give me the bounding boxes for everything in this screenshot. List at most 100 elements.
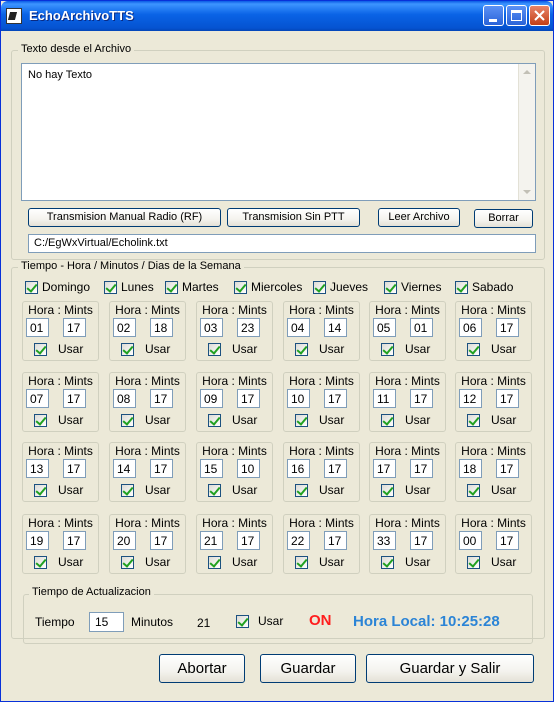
hour-field[interactable]: 22 — [287, 531, 310, 550]
slot-usar-checkbox[interactable] — [34, 343, 47, 356]
minute-field[interactable]: 17 — [496, 459, 519, 478]
hour-field[interactable]: 10 — [287, 389, 310, 408]
day-checkbox-lunes[interactable] — [104, 281, 117, 294]
day-checkbox-jueves[interactable] — [313, 281, 326, 294]
transmit-no-ptt-button[interactable]: Transmision Sin PTT — [227, 208, 360, 227]
slot-usar-checkbox[interactable] — [208, 343, 221, 356]
scroll-up-icon[interactable] — [523, 70, 531, 74]
app-icon[interactable] — [6, 8, 22, 24]
slot-usar-checkbox[interactable] — [208, 556, 221, 569]
slot-usar-checkbox[interactable] — [467, 484, 480, 497]
hour-field[interactable]: 07 — [26, 389, 49, 408]
minute-field[interactable]: 17 — [496, 318, 519, 337]
minute-field[interactable]: 17 — [496, 389, 519, 408]
minute-field[interactable]: 17 — [237, 531, 260, 550]
time-slot: Hora : Mints 12 17 Usar — [455, 372, 532, 432]
maximize-button[interactable] — [506, 5, 527, 26]
title-bar[interactable]: EchoArchivoTTS — [1, 1, 553, 31]
minute-field[interactable]: 17 — [63, 389, 86, 408]
slot-usar-checkbox[interactable] — [295, 556, 308, 569]
slot-usar-checkbox[interactable] — [295, 343, 308, 356]
slot-usar-checkbox[interactable] — [381, 414, 394, 427]
minute-field[interactable]: 17 — [324, 459, 347, 478]
hour-field[interactable]: 14 — [113, 459, 136, 478]
minute-field[interactable]: 23 — [237, 318, 260, 337]
tiempo-field[interactable]: 15 — [89, 612, 124, 632]
slot-usar-checkbox[interactable] — [208, 414, 221, 427]
hour-field[interactable]: 12 — [459, 389, 482, 408]
minute-field[interactable]: 17 — [150, 389, 173, 408]
hour-field[interactable]: 16 — [287, 459, 310, 478]
day-checkbox-viernes[interactable] — [384, 281, 397, 294]
minute-field[interactable]: 17 — [324, 389, 347, 408]
minute-field[interactable]: 17 — [324, 531, 347, 550]
minimize-button[interactable] — [483, 5, 504, 26]
hour-field[interactable]: 01 — [26, 318, 49, 337]
slot-usar-checkbox[interactable] — [295, 414, 308, 427]
minute-field[interactable]: 17 — [63, 318, 86, 337]
hour-field[interactable]: 06 — [459, 318, 482, 337]
slot-usar-checkbox[interactable] — [121, 343, 134, 356]
hour-field[interactable]: 11 — [373, 389, 396, 408]
slot-usar-checkbox[interactable] — [381, 556, 394, 569]
day-checkbox-miercoles[interactable] — [234, 281, 247, 294]
text-memo[interactable]: No hay Texto — [21, 63, 536, 201]
minute-field[interactable]: 17 — [63, 531, 86, 550]
day-checkbox-martes[interactable] — [165, 281, 178, 294]
slot-usar-checkbox[interactable] — [381, 343, 394, 356]
clear-button[interactable]: Borrar — [474, 209, 533, 228]
minute-field[interactable]: 17 — [150, 531, 173, 550]
slot-usar-checkbox[interactable] — [467, 556, 480, 569]
scroll-down-icon[interactable] — [523, 190, 531, 194]
hour-field[interactable]: 00 — [459, 531, 482, 550]
hour-field[interactable]: 15 — [200, 459, 223, 478]
memo-scrollbar[interactable] — [518, 64, 535, 200]
slot-usar-checkbox[interactable] — [467, 343, 480, 356]
minute-field[interactable]: 17 — [496, 531, 519, 550]
transmit-rf-button[interactable]: Transmision Manual Radio (RF) — [28, 208, 221, 227]
slot-usar-checkbox[interactable] — [121, 414, 134, 427]
save-exit-button[interactable]: Guardar y Salir — [366, 654, 534, 683]
hour-field[interactable]: 17 — [373, 459, 396, 478]
minute-field[interactable]: 01 — [410, 318, 433, 337]
hour-field[interactable]: 33 — [373, 531, 396, 550]
hour-field[interactable]: 08 — [113, 389, 136, 408]
hour-field[interactable]: 13 — [26, 459, 49, 478]
slot-usar-checkbox[interactable] — [381, 484, 394, 497]
hour-field[interactable]: 02 — [113, 318, 136, 337]
abort-button[interactable]: Abortar — [159, 654, 245, 683]
hour-field[interactable]: 18 — [459, 459, 482, 478]
hour-field[interactable]: 21 — [200, 531, 223, 550]
hour-field[interactable]: 03 — [200, 318, 223, 337]
hour-field[interactable]: 19 — [26, 531, 49, 550]
minute-field[interactable]: 17 — [410, 389, 433, 408]
day-checkbox-domingo[interactable] — [25, 281, 38, 294]
slot-header: Hora : Mints — [461, 444, 526, 458]
slot-usar-checkbox[interactable] — [34, 484, 47, 497]
save-button[interactable]: Guardar — [260, 654, 356, 683]
slot-usar-checkbox[interactable] — [208, 484, 221, 497]
slot-usar-checkbox[interactable] — [121, 484, 134, 497]
update-usar-checkbox[interactable] — [236, 615, 249, 628]
hour-field[interactable]: 09 — [200, 389, 223, 408]
minute-field[interactable]: 10 — [237, 459, 260, 478]
minute-field[interactable]: 17 — [150, 459, 173, 478]
slot-usar-checkbox[interactable] — [34, 556, 47, 569]
minute-field[interactable]: 14 — [324, 318, 347, 337]
minute-field[interactable]: 18 — [150, 318, 173, 337]
slot-usar-checkbox[interactable] — [467, 414, 480, 427]
minute-field[interactable]: 17 — [63, 459, 86, 478]
close-button[interactable] — [529, 5, 550, 26]
slot-usar-checkbox[interactable] — [295, 484, 308, 497]
hour-field[interactable]: 04 — [287, 318, 310, 337]
minute-field[interactable]: 17 — [410, 531, 433, 550]
read-file-button[interactable]: Leer Archivo — [378, 208, 460, 227]
hour-field[interactable]: 05 — [373, 318, 396, 337]
slot-usar-checkbox[interactable] — [121, 556, 134, 569]
minute-field[interactable]: 17 — [237, 389, 260, 408]
day-checkbox-sabado[interactable] — [455, 281, 468, 294]
slot-usar-checkbox[interactable] — [34, 414, 47, 427]
minute-field[interactable]: 17 — [410, 459, 433, 478]
file-path-field[interactable]: C:/EgWxVirtual/Echolink.txt — [28, 234, 536, 253]
hour-field[interactable]: 20 — [113, 531, 136, 550]
